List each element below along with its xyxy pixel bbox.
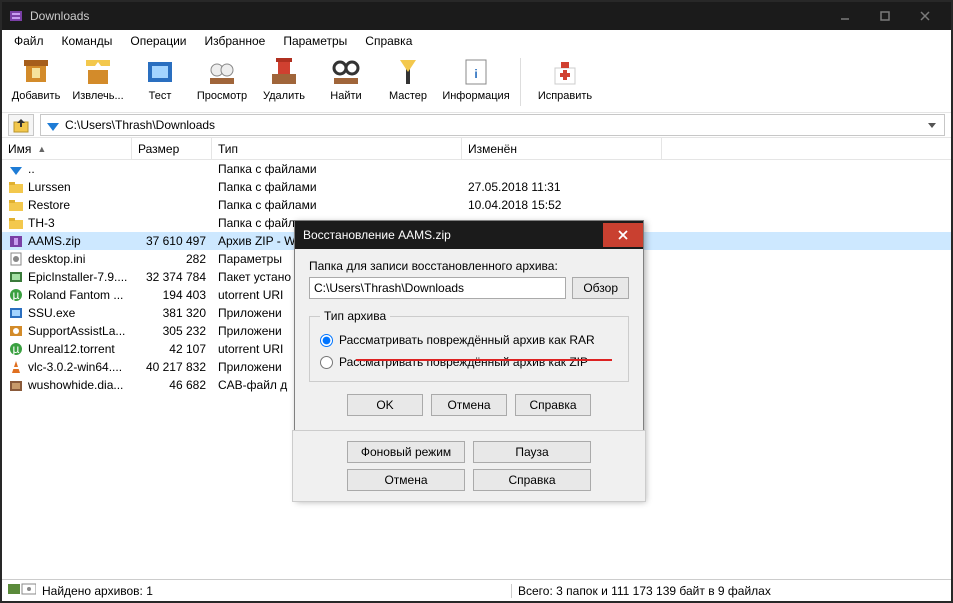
wizard-icon (392, 56, 424, 88)
background-mode-button[interactable]: Фоновый режим (347, 441, 465, 463)
path-combo[interactable]: C:\Users\Thrash\Downloads (40, 114, 945, 136)
status-left: Найдено архивов: 1 (2, 582, 511, 599)
file-icon (8, 269, 24, 285)
archive-type-group: Тип архива Рассматривать повреждённый ар… (309, 309, 629, 382)
help-button[interactable]: Справка (515, 394, 591, 416)
svg-text:µ: µ (13, 342, 20, 356)
radio-rar-input[interactable] (320, 334, 333, 347)
group-legend: Тип архива (320, 309, 390, 323)
table-row[interactable]: LurssenПапка с файлами27.05.2018 11:31 (2, 178, 951, 196)
table-row[interactable]: ..Папка с файлами (2, 160, 951, 178)
ok-button[interactable]: OK (347, 394, 423, 416)
file-icon: µ (8, 287, 24, 303)
tb-info[interactable]: i Информация (442, 54, 510, 104)
file-icon (8, 161, 24, 177)
table-row[interactable]: RestoreПапка с файлами10.04.2018 15:52 (2, 196, 951, 214)
dialog-title: Восстановление AAMS.zip (303, 228, 603, 242)
tb-test[interactable]: Тест (132, 54, 188, 104)
dialog-titlebar[interactable]: Восстановление AAMS.zip (295, 221, 643, 249)
file-icon (8, 323, 24, 339)
minimize-button[interactable] (825, 4, 865, 28)
menu-favorites[interactable]: Избранное (197, 32, 274, 50)
dialog-close-button[interactable] (603, 223, 643, 247)
file-icon (8, 359, 24, 375)
cancel-button[interactable]: Отмена (431, 394, 507, 416)
statusbar: Найдено архивов: 1 Всего: 3 папок и 111 … (2, 579, 951, 601)
close-button[interactable] (905, 4, 945, 28)
tb-delete[interactable]: Удалить (256, 54, 312, 104)
view-icon (206, 56, 238, 88)
radio-zip-input[interactable] (320, 356, 333, 369)
file-icon: µ (8, 341, 24, 357)
cancel-button-2[interactable]: Отмена (347, 469, 465, 491)
sort-asc-icon: ▲ (37, 144, 46, 154)
chevron-down-icon[interactable] (924, 120, 940, 130)
extract-icon (82, 56, 114, 88)
delete-icon (268, 56, 300, 88)
menu-options[interactable]: Параметры (275, 32, 355, 50)
toolbar-separator (520, 58, 521, 106)
col-modified[interactable]: Изменён (462, 138, 662, 159)
menu-commands[interactable]: Команды (54, 32, 121, 50)
menu-file[interactable]: Файл (6, 32, 52, 50)
toolbar: Добавить Извлечь... Тест Просмотр Удалит… (2, 52, 951, 112)
add-icon (20, 56, 52, 88)
find-icon (330, 56, 362, 88)
tb-view[interactable]: Просмотр (194, 54, 250, 104)
file-icon (8, 233, 24, 249)
path-text: C:\Users\Thrash\Downloads (65, 118, 924, 132)
tb-extract[interactable]: Извлечь... (70, 54, 126, 104)
info-icon: i (460, 56, 492, 88)
tb-find[interactable]: Найти (318, 54, 374, 104)
tb-repair[interactable]: Исправить (531, 54, 599, 104)
folder-down-icon (45, 117, 61, 133)
red-underline (356, 359, 612, 361)
pause-button[interactable]: Пауза (473, 441, 591, 463)
up-button[interactable] (8, 114, 34, 136)
repair-dialog: Восстановление AAMS.zip Папка для записи… (294, 220, 644, 500)
window-controls (825, 4, 945, 28)
menu-help[interactable]: Справка (357, 32, 420, 50)
browse-button[interactable]: Обзор (572, 277, 629, 299)
titlebar[interactable]: Downloads (2, 2, 951, 30)
winrar-icon (8, 8, 24, 24)
tb-add[interactable]: Добавить (8, 54, 64, 104)
test-icon (144, 56, 176, 88)
file-icon (8, 305, 24, 321)
tb-wizard[interactable]: Мастер (380, 54, 436, 104)
menu-operations[interactable]: Операции (122, 32, 194, 50)
help-button-2[interactable]: Справка (473, 469, 591, 491)
radio-zip[interactable]: Рассматривать повреждённый архив как ZIP (320, 355, 618, 369)
list-header: Имя▲ Размер Тип Изменён (2, 138, 951, 160)
path-label: Папка для записи восстановленного архива… (309, 259, 629, 273)
col-name[interactable]: Имя▲ (2, 138, 132, 159)
status-right: Всего: 3 папок и 111 173 139 байт в 9 фа… (511, 584, 951, 598)
dialog-body: Папка для записи восстановленного архива… (295, 249, 643, 430)
repair-path-input[interactable] (309, 277, 566, 299)
col-size[interactable]: Размер (132, 138, 212, 159)
dialog-footer: Фоновый режим Пауза Отмена Справка (292, 430, 646, 502)
file-icon (8, 251, 24, 267)
file-icon (8, 197, 24, 213)
file-icon (8, 377, 24, 393)
disk-icon (8, 582, 36, 599)
maximize-button[interactable] (865, 4, 905, 28)
window-title: Downloads (30, 9, 825, 23)
addressbar: C:\Users\Thrash\Downloads (2, 112, 951, 138)
file-icon (8, 179, 24, 195)
radio-rar[interactable]: Рассматривать повреждённый архив как RAR (320, 333, 618, 347)
file-icon (8, 215, 24, 231)
menubar: Файл Команды Операции Избранное Параметр… (2, 30, 951, 52)
svg-text:i: i (474, 67, 477, 81)
repair-icon (549, 56, 581, 88)
svg-text:µ: µ (13, 288, 20, 302)
col-type[interactable]: Тип (212, 138, 462, 159)
